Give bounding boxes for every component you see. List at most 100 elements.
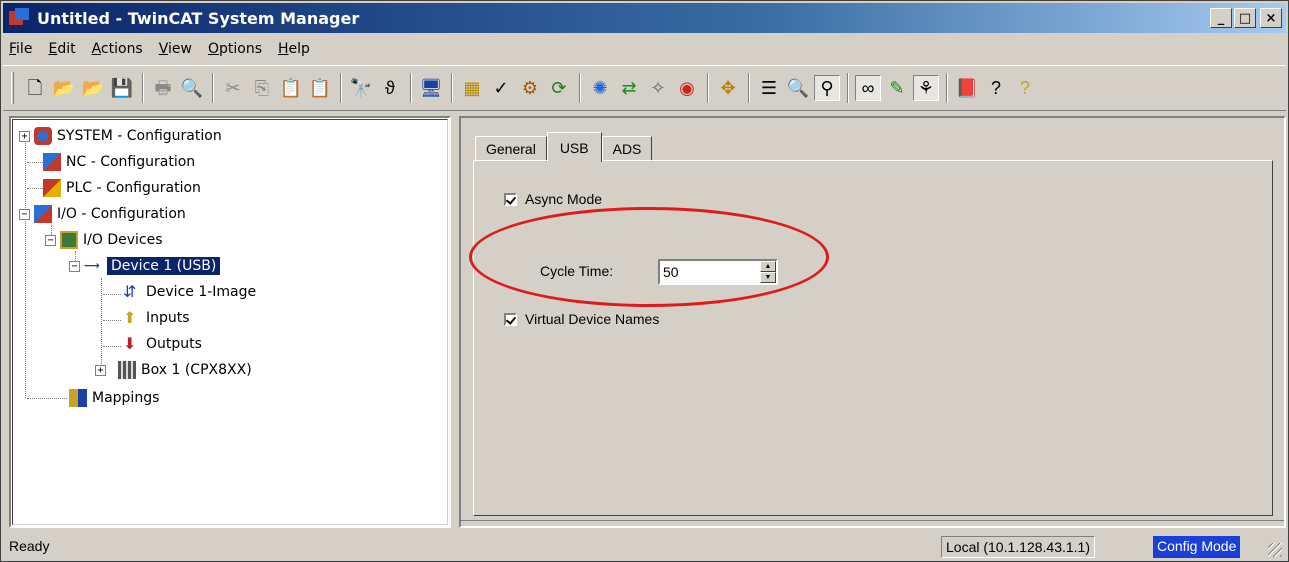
configuration-tree[interactable]: + SYSTEM - Configuration NC - Configurat… (9, 116, 451, 528)
spin-down-icon[interactable]: ▼ (760, 272, 776, 283)
status-local-target: Local (10.1.128.43.1.1) (941, 536, 1095, 558)
toolbar-separator (946, 73, 948, 103)
zoom-icon[interactable]: 🔍 (785, 75, 811, 101)
system-icon (34, 127, 52, 145)
async-mode-row[interactable]: Async Mode (504, 191, 602, 207)
collapse-icon[interactable]: − (45, 234, 56, 246)
properties-pane: General USB ADS Async Mode Cycle Time: 5… (459, 116, 1286, 528)
status-mode-badge[interactable]: Config Mode (1153, 536, 1241, 558)
paste-icon[interactable]: 📋 (278, 75, 304, 101)
more-icon[interactable]: ? (1012, 75, 1038, 101)
target-icon[interactable]: 🖥 (418, 75, 444, 101)
menu-actions[interactable]: Actions (92, 41, 143, 57)
marker-icon[interactable]: ✎ (884, 75, 910, 101)
virtual-names-row[interactable]: Virtual Device Names (504, 311, 659, 327)
help-icon[interactable]: ? (983, 75, 1009, 101)
resize-grip-icon[interactable] (1268, 543, 1282, 557)
open-icon[interactable]: 📂 (51, 75, 77, 101)
tree-line (101, 278, 102, 372)
paste-with-links-icon[interactable]: 📋 (307, 75, 333, 101)
async-mode-checkbox[interactable] (504, 192, 517, 206)
lower-splitter[interactable] (461, 520, 1284, 526)
tree-node-nc[interactable]: NC - Configuration (43, 151, 195, 173)
tree-line (27, 162, 43, 163)
toolbar-separator (212, 73, 214, 103)
print-icon[interactable]: 🖶 (150, 75, 176, 101)
tree-node-box1[interactable]: + Box 1 (CPX8XX) (95, 359, 252, 381)
virtual-names-label: Virtual Device Names (525, 311, 660, 327)
toggle-freerun-icon[interactable]: ✧ (645, 75, 671, 101)
virtual-names-checkbox[interactable] (504, 312, 517, 326)
tree-node-system[interactable]: + SYSTEM - Configuration (19, 125, 222, 147)
show-sub-items-icon[interactable]: ☰ (756, 75, 782, 101)
insert-icon[interactable]: ✥ (715, 75, 741, 101)
save-icon[interactable]: 💾 (109, 75, 135, 101)
spin-up-icon[interactable]: ▲ (760, 261, 776, 272)
tree-label: Mappings (92, 390, 160, 406)
tree-label: I/O - Configuration (57, 206, 186, 222)
menu-edit[interactable]: Edit (48, 41, 75, 57)
online-values-icon[interactable]: ⚲ (814, 75, 840, 101)
toolbar-grip[interactable] (11, 72, 14, 104)
maximize-button[interactable]: □ (1234, 8, 1256, 28)
tree-node-device1[interactable]: − ⟶ Device 1 (USB) (69, 255, 222, 277)
menu-options[interactable]: Options (208, 41, 262, 57)
collapse-icon[interactable]: − (69, 260, 80, 272)
toolbar-separator (707, 73, 709, 103)
async-mode-label: Async Mode (525, 191, 603, 207)
cycle-time-stepper[interactable]: 50 ▲ ▼ (658, 259, 778, 285)
find-icon[interactable]: 🔭 (348, 75, 374, 101)
print-preview-icon[interactable]: 🔍 (179, 75, 205, 101)
tree-label: PLC - Configuration (66, 180, 201, 196)
tree-node-mappings[interactable]: Mappings (69, 387, 159, 409)
watch-icon[interactable]: ∞ (855, 75, 881, 101)
expand-icon[interactable]: + (19, 130, 30, 142)
collapse-icon[interactable]: − (19, 208, 30, 220)
tab-general[interactable]: General (475, 136, 547, 162)
reset-icon[interactable]: ◉ (674, 75, 700, 101)
tree-label-selected: Device 1 (USB) (105, 256, 222, 276)
help-book-icon[interactable]: 📕 (954, 75, 980, 101)
tree-line (27, 188, 43, 189)
io-devices-icon (60, 231, 78, 249)
title-bar[interactable]: Untitled - TwinCAT System Manager _ □ × (3, 3, 1286, 33)
inputs-icon: ⬆ (123, 308, 137, 327)
tree-line (103, 294, 121, 295)
tree-label: Inputs (146, 310, 190, 326)
tab-ads[interactable]: ADS (601, 136, 653, 162)
minimize-button[interactable]: _ (1210, 8, 1232, 28)
tree-node-inputs[interactable]: ⬆ Inputs (123, 307, 190, 329)
expand-icon[interactable]: + (95, 364, 106, 376)
tree-node-io[interactable]: − I/O - Configuration (19, 203, 186, 225)
tree-label: Box 1 (CPX8XX) (141, 362, 252, 378)
tree-node-outputs[interactable]: ⬇ Outputs (123, 333, 202, 355)
menu-file[interactable]: File (9, 41, 32, 57)
tree-node-plc[interactable]: PLC - Configuration (43, 177, 201, 199)
tree-label: Device 1-Image (146, 284, 257, 300)
tree-node-device1-image[interactable]: ⇵ Device 1-Image (123, 281, 256, 303)
toolbar: 🗋 📂 📂 💾 🖶 🔍 ✂ ⎘ 📋 📋 🔭 ϑ 🖥 ▦ ✓ ⚙ ⟳ ✺ ⇄ ✧ … (3, 65, 1286, 111)
reload-devices-icon[interactable]: ✺ (587, 75, 613, 101)
tree-line (103, 346, 121, 347)
restart-icon[interactable]: ⟳ (546, 75, 572, 101)
scan-devices-icon[interactable]: ⇄ (616, 75, 642, 101)
check-configuration-icon[interactable]: ✓ (488, 75, 514, 101)
usb-tab-page: Async Mode Cycle Time: 50 ▲ ▼ Virtual De… (469, 160, 1273, 516)
tree-node-io-devices[interactable]: − I/O Devices (45, 229, 163, 251)
cycle-time-input[interactable]: 50 (660, 261, 760, 283)
menu-help[interactable]: Help (278, 41, 310, 57)
activate-configuration-icon[interactable]: ⚙ (517, 75, 543, 101)
copy-icon[interactable]: ⎘ (249, 75, 275, 101)
show-online-icon[interactable]: ⚘ (913, 75, 939, 101)
outputs-icon: ⬇ (123, 334, 137, 353)
tab-usb[interactable]: USB (546, 132, 602, 162)
cut-icon[interactable]: ✂ (220, 75, 246, 101)
generate-mappings-icon[interactable]: ▦ (459, 75, 485, 101)
tree-line (27, 398, 67, 399)
toolbar-separator (451, 73, 453, 103)
close-button[interactable]: × (1260, 8, 1282, 28)
new-icon[interactable]: 🗋 (22, 75, 48, 101)
menu-view[interactable]: View (159, 41, 192, 57)
find-next-icon[interactable]: ϑ (377, 75, 403, 101)
open-remote-icon[interactable]: 📂 (80, 75, 106, 101)
